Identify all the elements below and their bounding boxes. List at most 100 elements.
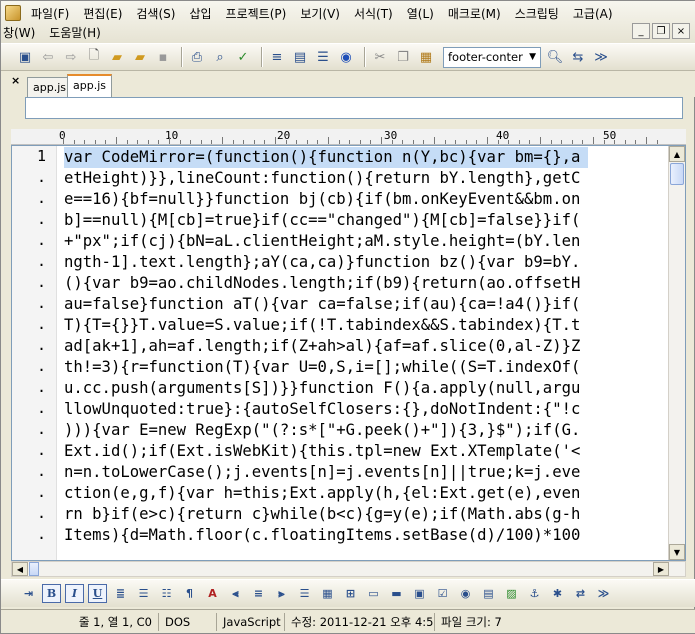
cut-icon[interactable]: ✂ — [370, 47, 390, 67]
menu-column[interactable]: 열(L) — [400, 5, 441, 22]
underline-button[interactable]: U — [88, 584, 107, 603]
more-icon[interactable]: ≫ — [594, 584, 613, 603]
numbered-list-icon[interactable]: ☷ — [157, 584, 176, 603]
code-line[interactable]: Items){d=Math.floor(c.floatingItems.setB… — [64, 525, 580, 546]
align-left-icon[interactable]: ⫷ — [226, 584, 245, 603]
menu-window[interactable]: 창(W) — [1, 24, 42, 41]
tab-app-js-1[interactable]: app.js — [27, 77, 72, 97]
align-justify-icon[interactable]: ☰ — [295, 584, 314, 603]
menu-search[interactable]: 검색(S) — [129, 5, 182, 22]
image-icon[interactable]: ▭ — [364, 584, 383, 603]
code-line[interactable]: b]==null){M[cb]=true}if(cc=="changed"){M… — [64, 210, 580, 231]
vertical-scrollbar[interactable]: ▲ ▼ — [668, 146, 685, 560]
scroll-down-icon[interactable]: ▼ — [669, 544, 685, 560]
copy-icon[interactable]: ❐ — [393, 47, 413, 67]
tag-combo[interactable]: footer-conter ▼ — [443, 46, 541, 68]
wrap-icon[interactable]: ≡ — [267, 47, 287, 67]
horizontal-scrollbar[interactable]: ◀ ▶ — [11, 561, 686, 577]
scroll-up-icon[interactable]: ▲ — [669, 146, 685, 162]
code-line[interactable]: n=n.toLowerCase();j.events[n]=j.events[n… — [64, 462, 580, 483]
code-line[interactable]: +"px";if(cj){bN=aL.clientHeight;aM.style… — [64, 231, 580, 252]
more-icon[interactable]: ≫ — [591, 47, 611, 67]
code-line[interactable]: T){T={}}T.value=S.value;if(!T.tabindex&&… — [64, 315, 580, 336]
replace-icon[interactable]: ⇆ — [568, 47, 588, 67]
scroll-thumb[interactable] — [670, 163, 684, 185]
ruler-tick — [190, 140, 192, 144]
document-header-field[interactable] — [25, 97, 683, 119]
align-center-icon[interactable]: ≡ — [249, 584, 268, 603]
menu-file[interactable]: 파일(F) — [24, 5, 76, 22]
menu-macro[interactable]: 매크로(M) — [441, 5, 508, 22]
code-line[interactable]: ction(e,g,f){var h=this;Ext.apply(h,{el:… — [64, 483, 580, 504]
ruler-tick — [465, 140, 467, 144]
code-line[interactable]: u.cc.push(arguments[S])}}function F(){a.… — [64, 378, 580, 399]
back-icon[interactable]: ⇦ — [38, 47, 58, 67]
open-folder-icon[interactable]: ▰ — [107, 47, 127, 67]
menu-view[interactable]: 보기(V) — [293, 5, 347, 22]
indent-icon[interactable]: ⇥ — [19, 584, 38, 603]
toggle-icon[interactable]: ▣ — [15, 47, 35, 67]
close-button[interactable]: × — [672, 23, 690, 39]
scroll-right-icon[interactable]: ▶ — [653, 562, 669, 576]
code-line[interactable]: llowUnquoted:true}:{autoSelfClosers:{},d… — [64, 399, 580, 420]
code-line-selected[interactable]: var CodeMirror=(function(){function n(Y,… — [64, 147, 589, 168]
menu-scripting[interactable]: 스크립팅 — [508, 5, 566, 22]
code-line[interactable]: ngth-1].text.length};aY(ca,ca)}function … — [64, 252, 580, 273]
paragraph-icon[interactable]: ¶ — [180, 584, 199, 603]
code-editor[interactable]: 1.................. var CodeMirror=(func… — [11, 145, 686, 561]
horizontal-scroll-thumb[interactable] — [29, 562, 39, 576]
code-line[interactable]: e==16){bf=null}}function bj(cb){if(bm.on… — [64, 189, 580, 210]
picture-icon[interactable]: ▨ — [502, 584, 521, 603]
restore-button[interactable]: ❐ — [652, 23, 670, 39]
italic-button[interactable]: I — [65, 584, 84, 603]
align-right-icon[interactable]: ⫸ — [272, 584, 291, 603]
menu-format[interactable]: 서식(T) — [347, 5, 400, 22]
code-line[interactable]: rn b}if(e>c){return c}while(b<c){g=y(e);… — [64, 504, 580, 525]
browser-icon[interactable]: ◉ — [336, 47, 356, 67]
font-color-icon[interactable]: A — [203, 584, 222, 603]
app-icon[interactable] — [5, 5, 21, 21]
code-line[interactable]: Ext.id();if(Ext.isWebKit){this.tpl=new E… — [64, 441, 580, 462]
bullet-list-icon[interactable]: ☰ — [134, 584, 153, 603]
print-preview-icon[interactable]: ⌕ — [210, 47, 230, 67]
radio-icon[interactable]: ◉ — [456, 584, 475, 603]
convert-icon[interactable]: ⇄ — [571, 584, 590, 603]
menu-edit[interactable]: 편집(E) — [76, 5, 129, 22]
tab-app-js-2[interactable]: app.js — [67, 74, 112, 97]
save-icon[interactable]: ▪ — [153, 47, 173, 67]
checkbox-icon[interactable]: ☑ — [433, 584, 452, 603]
code-area[interactable]: var CodeMirror=(function(){function n(Y,… — [62, 146, 670, 560]
special-char-icon[interactable]: ✱ — [548, 584, 567, 603]
paste-icon[interactable]: ▦ — [416, 47, 436, 67]
new-file-icon[interactable]: 🗋 — [84, 47, 104, 67]
scroll-left-icon[interactable]: ◀ — [12, 562, 28, 576]
textbox-icon[interactable]: ▬ — [387, 584, 406, 603]
button-icon[interactable]: ▣ — [410, 584, 429, 603]
find-icon[interactable]: 🔍︎ — [545, 47, 565, 67]
list-icon[interactable]: ≣ — [111, 584, 130, 603]
code-line[interactable]: ))){var E=new RegExp("(?:s*["+G.peek()+"… — [64, 420, 580, 441]
link-icon[interactable]: ⊞ — [341, 584, 360, 603]
forward-icon[interactable]: ⇨ — [61, 47, 81, 67]
table-icon[interactable]: ▦ — [318, 584, 337, 603]
code-line[interactable]: (){var b9=ao.childNodes.length;if(b9){re… — [64, 273, 580, 294]
code-line[interactable]: etHeight)}},lineCount:function(){return … — [64, 168, 580, 189]
code-line[interactable]: th!=3){r=function(T){var U=0,S,i=[];whil… — [64, 357, 580, 378]
code-line[interactable]: ad[ak+1],ah=af.length;if(Z+ah>al){af=af.… — [64, 336, 580, 357]
menu-help[interactable]: 도움말(H) — [42, 24, 108, 41]
hex-icon[interactable]: ▤ — [290, 47, 310, 67]
ruler-tick — [370, 140, 372, 144]
code-line[interactable]: au=false}function aT(){var ca=false;if(a… — [64, 294, 580, 315]
print-icon[interactable]: ⎙ — [187, 47, 207, 67]
minimize-button[interactable]: _ — [632, 23, 650, 39]
menu-insert[interactable]: 삽입 — [182, 5, 218, 22]
open-icon[interactable]: ▰ — [130, 47, 150, 67]
bold-button[interactable]: B — [42, 584, 61, 603]
menu-project[interactable]: 프로젝트(P) — [219, 5, 294, 22]
close-icon[interactable]: × — [11, 74, 20, 87]
anchor-icon[interactable]: ⚓ — [525, 584, 544, 603]
list-icon[interactable]: ☰ — [313, 47, 333, 67]
spellcheck-icon[interactable]: ✓ — [233, 47, 253, 67]
select-icon[interactable]: ▤ — [479, 584, 498, 603]
menu-advanced[interactable]: 고급(A) — [566, 5, 620, 22]
